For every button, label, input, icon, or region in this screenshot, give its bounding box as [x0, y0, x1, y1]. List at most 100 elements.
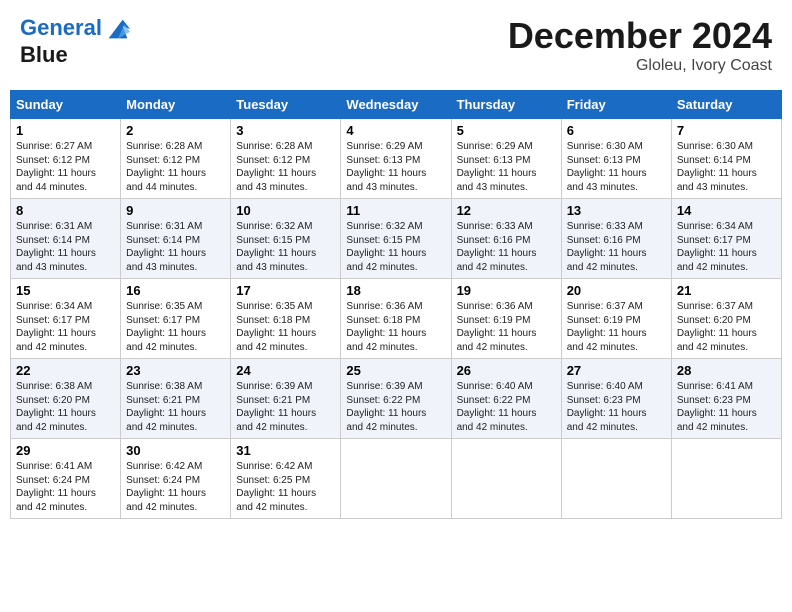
calendar-header-row: SundayMondayTuesdayWednesdayThursdayFrid…	[11, 91, 782, 119]
day-of-week-header: Thursday	[451, 91, 561, 119]
calendar-day-cell: 1 Sunrise: 6:27 AM Sunset: 6:12 PM Dayli…	[11, 119, 121, 199]
logo: GeneralBlue	[20, 15, 132, 67]
day-number: 9	[126, 203, 225, 218]
calendar-day-cell: 27 Sunrise: 6:40 AM Sunset: 6:23 PM Dayl…	[561, 359, 671, 439]
title-block: December 2024 Gloleu, Ivory Coast	[508, 15, 772, 75]
day-info: Sunrise: 6:33 AM Sunset: 6:16 PM Dayligh…	[457, 220, 556, 274]
day-info: Sunrise: 6:31 AM Sunset: 6:14 PM Dayligh…	[126, 220, 225, 274]
day-info: Sunrise: 6:34 AM Sunset: 6:17 PM Dayligh…	[677, 220, 776, 274]
calendar-day-cell: 15 Sunrise: 6:34 AM Sunset: 6:17 PM Dayl…	[11, 279, 121, 359]
calendar-day-cell: 24 Sunrise: 6:39 AM Sunset: 6:21 PM Dayl…	[231, 359, 341, 439]
day-of-week-header: Wednesday	[341, 91, 451, 119]
logo-icon	[104, 15, 132, 43]
day-of-week-header: Sunday	[11, 91, 121, 119]
calendar-day-cell: 5 Sunrise: 6:29 AM Sunset: 6:13 PM Dayli…	[451, 119, 561, 199]
day-info: Sunrise: 6:36 AM Sunset: 6:19 PM Dayligh…	[457, 300, 556, 354]
calendar-week-row: 1 Sunrise: 6:27 AM Sunset: 6:12 PM Dayli…	[11, 119, 782, 199]
day-number: 7	[677, 123, 776, 138]
day-of-week-header: Saturday	[671, 91, 781, 119]
day-number: 26	[457, 363, 556, 378]
calendar-week-row: 8 Sunrise: 6:31 AM Sunset: 6:14 PM Dayli…	[11, 199, 782, 279]
calendar-day-cell: 14 Sunrise: 6:34 AM Sunset: 6:17 PM Dayl…	[671, 199, 781, 279]
calendar-day-cell: 28 Sunrise: 6:41 AM Sunset: 6:23 PM Dayl…	[671, 359, 781, 439]
day-info: Sunrise: 6:29 AM Sunset: 6:13 PM Dayligh…	[457, 140, 556, 194]
location-subtitle: Gloleu, Ivory Coast	[508, 57, 772, 75]
calendar-day-cell: 21 Sunrise: 6:37 AM Sunset: 6:20 PM Dayl…	[671, 279, 781, 359]
day-info: Sunrise: 6:41 AM Sunset: 6:23 PM Dayligh…	[677, 380, 776, 434]
day-info: Sunrise: 6:28 AM Sunset: 6:12 PM Dayligh…	[126, 140, 225, 194]
day-info: Sunrise: 6:30 AM Sunset: 6:14 PM Dayligh…	[677, 140, 776, 194]
day-info: Sunrise: 6:42 AM Sunset: 6:24 PM Dayligh…	[126, 460, 225, 514]
calendar-day-cell: 30 Sunrise: 6:42 AM Sunset: 6:24 PM Dayl…	[121, 439, 231, 519]
day-info: Sunrise: 6:36 AM Sunset: 6:18 PM Dayligh…	[346, 300, 445, 354]
calendar-week-row: 29 Sunrise: 6:41 AM Sunset: 6:24 PM Dayl…	[11, 439, 782, 519]
day-info: Sunrise: 6:39 AM Sunset: 6:22 PM Dayligh…	[346, 380, 445, 434]
day-number: 11	[346, 203, 445, 218]
day-number: 12	[457, 203, 556, 218]
day-number: 5	[457, 123, 556, 138]
day-info: Sunrise: 6:34 AM Sunset: 6:17 PM Dayligh…	[16, 300, 115, 354]
month-title: December 2024	[508, 15, 772, 57]
day-number: 15	[16, 283, 115, 298]
calendar-day-cell	[341, 439, 451, 519]
day-info: Sunrise: 6:40 AM Sunset: 6:23 PM Dayligh…	[567, 380, 666, 434]
day-number: 27	[567, 363, 666, 378]
day-number: 30	[126, 443, 225, 458]
day-info: Sunrise: 6:35 AM Sunset: 6:17 PM Dayligh…	[126, 300, 225, 354]
day-number: 21	[677, 283, 776, 298]
day-number: 16	[126, 283, 225, 298]
calendar-day-cell: 18 Sunrise: 6:36 AM Sunset: 6:18 PM Dayl…	[341, 279, 451, 359]
day-number: 22	[16, 363, 115, 378]
calendar-day-cell: 3 Sunrise: 6:28 AM Sunset: 6:12 PM Dayli…	[231, 119, 341, 199]
calendar-day-cell: 22 Sunrise: 6:38 AM Sunset: 6:20 PM Dayl…	[11, 359, 121, 439]
day-number: 10	[236, 203, 335, 218]
calendar-day-cell: 8 Sunrise: 6:31 AM Sunset: 6:14 PM Dayli…	[11, 199, 121, 279]
day-info: Sunrise: 6:39 AM Sunset: 6:21 PM Dayligh…	[236, 380, 335, 434]
calendar-day-cell: 10 Sunrise: 6:32 AM Sunset: 6:15 PM Dayl…	[231, 199, 341, 279]
day-info: Sunrise: 6:29 AM Sunset: 6:13 PM Dayligh…	[346, 140, 445, 194]
day-info: Sunrise: 6:42 AM Sunset: 6:25 PM Dayligh…	[236, 460, 335, 514]
day-of-week-header: Monday	[121, 91, 231, 119]
day-info: Sunrise: 6:30 AM Sunset: 6:13 PM Dayligh…	[567, 140, 666, 194]
calendar-day-cell	[671, 439, 781, 519]
calendar-day-cell: 23 Sunrise: 6:38 AM Sunset: 6:21 PM Dayl…	[121, 359, 231, 439]
calendar-day-cell	[561, 439, 671, 519]
calendar-day-cell: 4 Sunrise: 6:29 AM Sunset: 6:13 PM Dayli…	[341, 119, 451, 199]
day-info: Sunrise: 6:31 AM Sunset: 6:14 PM Dayligh…	[16, 220, 115, 274]
day-info: Sunrise: 6:37 AM Sunset: 6:19 PM Dayligh…	[567, 300, 666, 354]
calendar-day-cell: 25 Sunrise: 6:39 AM Sunset: 6:22 PM Dayl…	[341, 359, 451, 439]
day-number: 24	[236, 363, 335, 378]
calendar-day-cell: 20 Sunrise: 6:37 AM Sunset: 6:19 PM Dayl…	[561, 279, 671, 359]
day-info: Sunrise: 6:27 AM Sunset: 6:12 PM Dayligh…	[16, 140, 115, 194]
page-header: GeneralBlue December 2024 Gloleu, Ivory …	[10, 10, 782, 80]
calendar-day-cell: 31 Sunrise: 6:42 AM Sunset: 6:25 PM Dayl…	[231, 439, 341, 519]
calendar-day-cell: 19 Sunrise: 6:36 AM Sunset: 6:19 PM Dayl…	[451, 279, 561, 359]
day-number: 23	[126, 363, 225, 378]
day-info: Sunrise: 6:35 AM Sunset: 6:18 PM Dayligh…	[236, 300, 335, 354]
day-number: 4	[346, 123, 445, 138]
day-number: 13	[567, 203, 666, 218]
calendar-day-cell: 7 Sunrise: 6:30 AM Sunset: 6:14 PM Dayli…	[671, 119, 781, 199]
day-info: Sunrise: 6:38 AM Sunset: 6:21 PM Dayligh…	[126, 380, 225, 434]
day-number: 8	[16, 203, 115, 218]
day-number: 31	[236, 443, 335, 458]
day-number: 20	[567, 283, 666, 298]
day-number: 29	[16, 443, 115, 458]
day-of-week-header: Friday	[561, 91, 671, 119]
calendar-day-cell: 16 Sunrise: 6:35 AM Sunset: 6:17 PM Dayl…	[121, 279, 231, 359]
calendar-day-cell: 17 Sunrise: 6:35 AM Sunset: 6:18 PM Dayl…	[231, 279, 341, 359]
day-info: Sunrise: 6:37 AM Sunset: 6:20 PM Dayligh…	[677, 300, 776, 354]
day-number: 17	[236, 283, 335, 298]
calendar-table: SundayMondayTuesdayWednesdayThursdayFrid…	[10, 90, 782, 519]
day-number: 28	[677, 363, 776, 378]
day-of-week-header: Tuesday	[231, 91, 341, 119]
calendar-day-cell: 9 Sunrise: 6:31 AM Sunset: 6:14 PM Dayli…	[121, 199, 231, 279]
calendar-day-cell: 26 Sunrise: 6:40 AM Sunset: 6:22 PM Dayl…	[451, 359, 561, 439]
day-info: Sunrise: 6:38 AM Sunset: 6:20 PM Dayligh…	[16, 380, 115, 434]
calendar-week-row: 15 Sunrise: 6:34 AM Sunset: 6:17 PM Dayl…	[11, 279, 782, 359]
day-number: 19	[457, 283, 556, 298]
day-number: 18	[346, 283, 445, 298]
day-number: 1	[16, 123, 115, 138]
calendar-day-cell	[451, 439, 561, 519]
day-number: 14	[677, 203, 776, 218]
